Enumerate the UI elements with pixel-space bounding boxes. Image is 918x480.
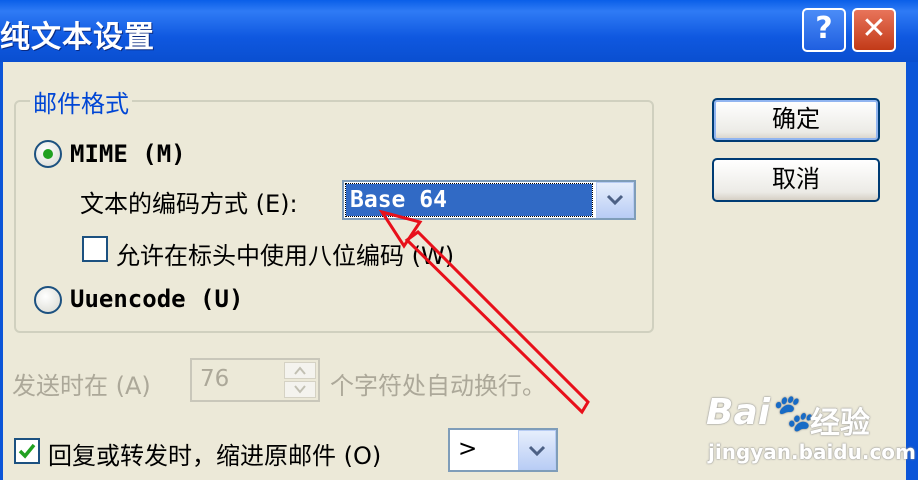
watermark-url: jingyan.baidu.com <box>708 440 916 464</box>
watermark-paw-icon: 🐾 <box>768 393 813 434</box>
watermark-cn: 经验 <box>810 406 870 441</box>
watermark-brand: Bai <box>706 392 771 433</box>
